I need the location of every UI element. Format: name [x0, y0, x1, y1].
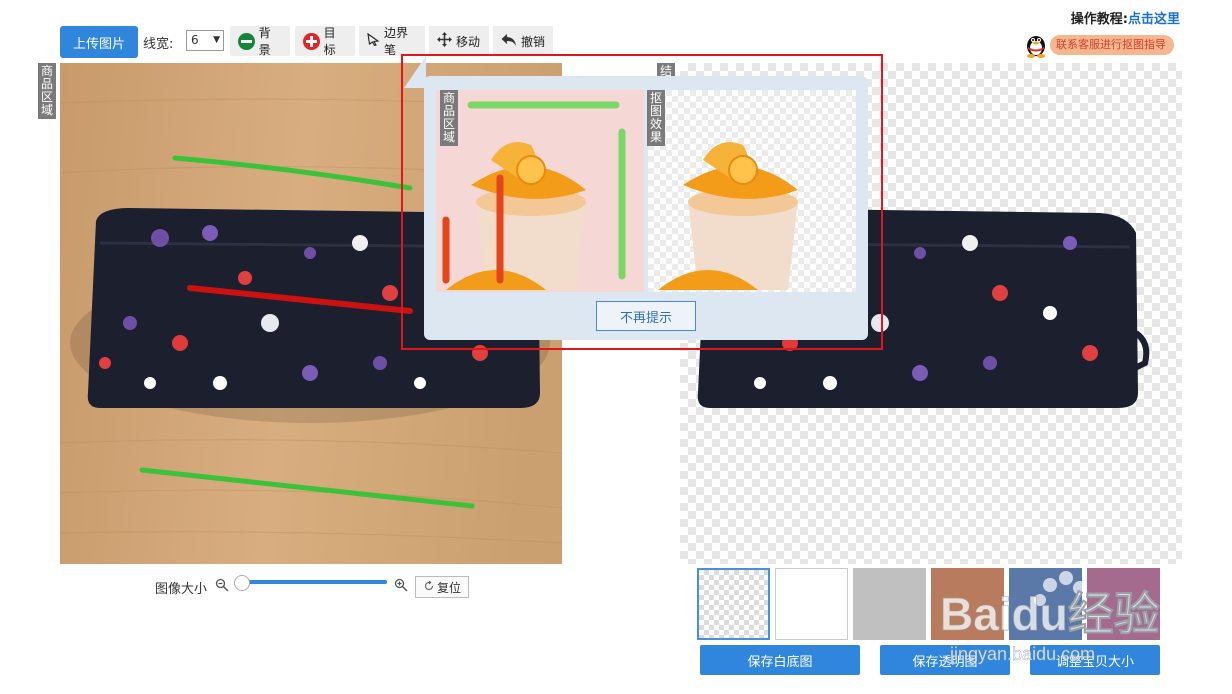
move-label: 移动 [456, 34, 481, 49]
tutorial-prefix: 操作教程: [1070, 12, 1128, 27]
refresh-icon [423, 580, 435, 595]
undo-button[interactable]: 撤销 [493, 26, 553, 56]
background-brush-label: 背景 [258, 26, 271, 57]
demo-dessert-cutout [658, 142, 798, 290]
minus-circle-icon [238, 32, 255, 50]
undo-label: 撤销 [521, 34, 546, 49]
swatch-white[interactable] [775, 568, 848, 640]
border-pen-button[interactable]: 边界笔 [359, 26, 425, 57]
dont-show-again-button[interactable]: 不再提示 [596, 301, 696, 331]
save-white-button[interactable]: 保存白底图 [700, 645, 860, 675]
demo-result-image [648, 90, 856, 292]
tutorial-link[interactable]: 点击这里 [1128, 12, 1180, 27]
watermark-url: jingyan.baidu.com [949, 644, 1095, 664]
demo-dessert-photo [436, 90, 644, 292]
target-brush-label: 目标 [323, 26, 336, 57]
popup-pointer [404, 56, 426, 88]
background-brush-button[interactable]: 背景 [230, 26, 290, 57]
chevron-down-icon: ▼ [213, 35, 220, 45]
zoom-slider-track[interactable] [242, 580, 387, 584]
contact-support-label: 联系客服进行抠图指导 [1050, 35, 1174, 55]
line-width-select[interactable]: 6 ▼ [186, 30, 224, 51]
reset-zoom-button[interactable]: 复位 [415, 576, 469, 598]
zoom-in-icon[interactable] [394, 578, 408, 596]
contact-support-badge[interactable]: 联系客服进行抠图指导 [1024, 32, 1174, 58]
matting-editor: 上传图片 线宽: 6 ▼ 背景 目标 边界笔 移动 撤销 操作教程:点击这里 联… [0, 0, 1232, 694]
target-brush-button[interactable]: 目标 [295, 26, 355, 57]
plus-circle-icon [303, 32, 320, 50]
zoom-out-icon[interactable] [215, 578, 229, 596]
upload-image-button[interactable]: 上传图片 [60, 26, 138, 58]
image-size-label: 图像大小 [155, 582, 208, 597]
border-pen-label: 边界笔 [384, 26, 409, 57]
swatch-transparent[interactable] [697, 568, 770, 640]
watermark-brand: Baidu经验 [940, 588, 1160, 640]
qq-penguin-icon [1024, 32, 1048, 58]
demo-source-image [436, 90, 644, 292]
line-width-value: 6 [191, 33, 199, 47]
swatch-gray[interactable] [853, 568, 926, 640]
demo-result-tag: 抠图效果 [647, 90, 665, 146]
line-width-label: 线宽: [143, 37, 174, 52]
tutorial-help: 操作教程:点击这里 [1071, 8, 1180, 27]
zoom-slider-thumb[interactable] [234, 575, 250, 591]
product-area-tag: 商品区域 [38, 63, 56, 119]
undo-arrow-icon [501, 33, 517, 50]
move-arrows-icon [437, 32, 452, 50]
reset-zoom-label: 复位 [436, 580, 461, 595]
demo-product-area-tag: 商品区域 [440, 90, 458, 146]
baidu-jingyan-watermark: Baidu经验 jingyan.baidu.com [940, 571, 1160, 664]
move-button[interactable]: 移动 [429, 26, 489, 56]
pen-cursor-icon [367, 32, 380, 49]
